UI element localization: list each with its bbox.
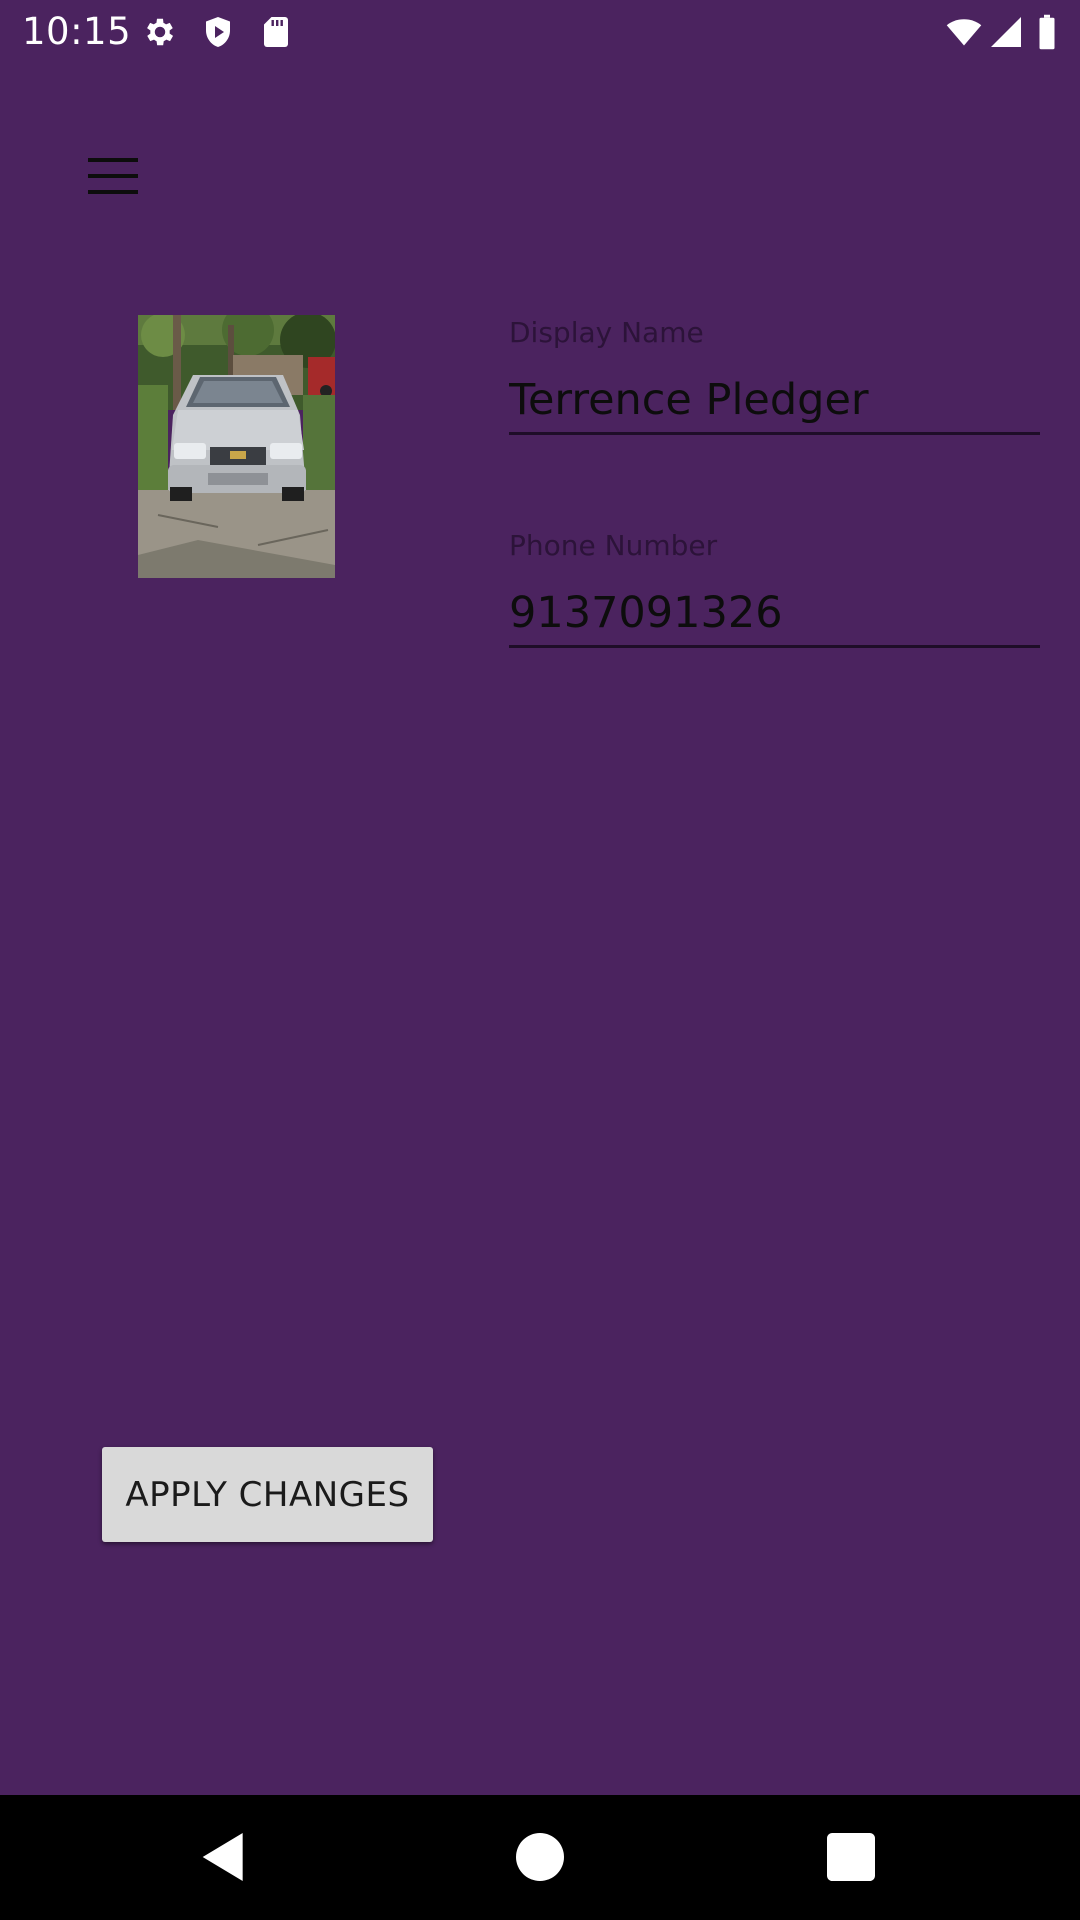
apply-changes-button[interactable]: APPLY CHANGES <box>102 1447 433 1542</box>
home-icon[interactable] <box>508 1825 572 1889</box>
hamburger-menu-icon[interactable] <box>80 150 144 202</box>
menu-line <box>88 174 138 178</box>
phone-number-label: Phone Number <box>509 529 718 562</box>
menu-line <box>88 158 138 162</box>
car-photo-image <box>138 315 335 578</box>
status-bar: 10:15 <box>0 0 1080 64</box>
wifi-icon <box>944 14 984 50</box>
sd-card-icon <box>258 14 294 50</box>
back-icon[interactable] <box>192 1825 256 1889</box>
navigation-bar <box>0 1795 1080 1920</box>
phone-number-input[interactable] <box>509 581 1040 648</box>
profile-photo[interactable] <box>138 315 335 578</box>
settings-screen: 10:15 Display Name Terrence Pledger Phon… <box>0 0 1080 1920</box>
status-time: 10:15 <box>22 10 132 53</box>
display-name-label: Display Name <box>509 316 704 349</box>
menu-line <box>88 190 138 194</box>
shield-play-icon <box>200 14 236 50</box>
recents-icon[interactable] <box>819 1825 883 1889</box>
gear-icon <box>142 14 178 50</box>
cell-signal-icon <box>988 14 1024 50</box>
display-name-input[interactable] <box>509 368 1040 435</box>
battery-icon <box>1034 14 1060 50</box>
